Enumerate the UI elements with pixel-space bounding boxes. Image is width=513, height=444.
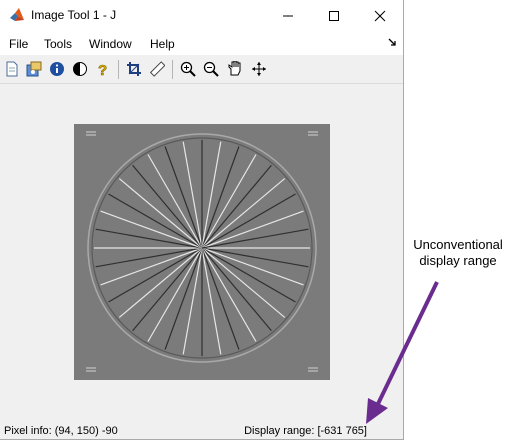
close-icon [374,10,386,21]
close-button[interactable] [357,0,403,31]
image-info-icon [50,62,64,76]
matlab-icon [10,8,24,21]
menu-window[interactable]: Window [89,37,132,51]
title-bar: Image Tool 1 - J [0,0,403,31]
image-info-button[interactable] [48,60,66,78]
displayed-image[interactable] [74,124,330,380]
pan-icon [228,61,241,76]
export-icon [26,61,42,77]
menu-help[interactable]: Help [150,37,175,51]
export-button[interactable] [25,60,43,78]
annotation-callout: Unconventional display range [403,237,513,269]
help-icon: ? [98,62,108,77]
zoom-in-button[interactable] [179,60,197,78]
minimize-button[interactable] [265,0,311,31]
pixel-info-text: Pixel info: (94, 150) -90 [4,425,118,437]
annotation-line-2: display range [419,253,497,268]
image-tool-window: Image Tool 1 - J File Tools Window Help [0,0,404,440]
display-range-text: Display range: [-631 765] [244,425,367,437]
maximize-button[interactable] [311,0,357,31]
zoom-in-icon [180,61,196,77]
crop-icon [127,62,141,76]
help-button[interactable]: ? [94,60,112,78]
contrast-icon [73,62,87,76]
window-title: Image Tool 1 - J [31,8,117,22]
svg-text:?: ? [98,62,107,77]
new-figure-icon [6,61,18,77]
zoom-out-button[interactable] [202,60,220,78]
overview-icon [252,62,266,76]
menu-bar: File Tools Window Help [0,31,403,55]
toolbar-separator [118,60,119,79]
menu-file[interactable]: File [9,37,28,51]
measure-distance-button[interactable] [148,60,166,78]
dock-arrow-icon[interactable] [388,38,397,47]
new-figure-button[interactable] [3,60,21,78]
crop-button[interactable] [125,60,143,78]
status-bar: Pixel info: (94, 150) -90 Display range:… [0,420,403,440]
menu-tools[interactable]: Tools [44,37,72,51]
overview-button[interactable] [250,60,268,78]
annotation-line-1: Unconventional [413,237,503,252]
minimize-icon [283,15,293,16]
pan-button[interactable] [226,60,244,78]
adjust-contrast-button[interactable] [71,60,89,78]
toolbar-separator [172,60,173,79]
maximize-icon [329,10,339,21]
zoom-out-icon [203,61,219,77]
toolbar: ? [0,56,403,84]
measure-distance-icon [149,61,165,77]
